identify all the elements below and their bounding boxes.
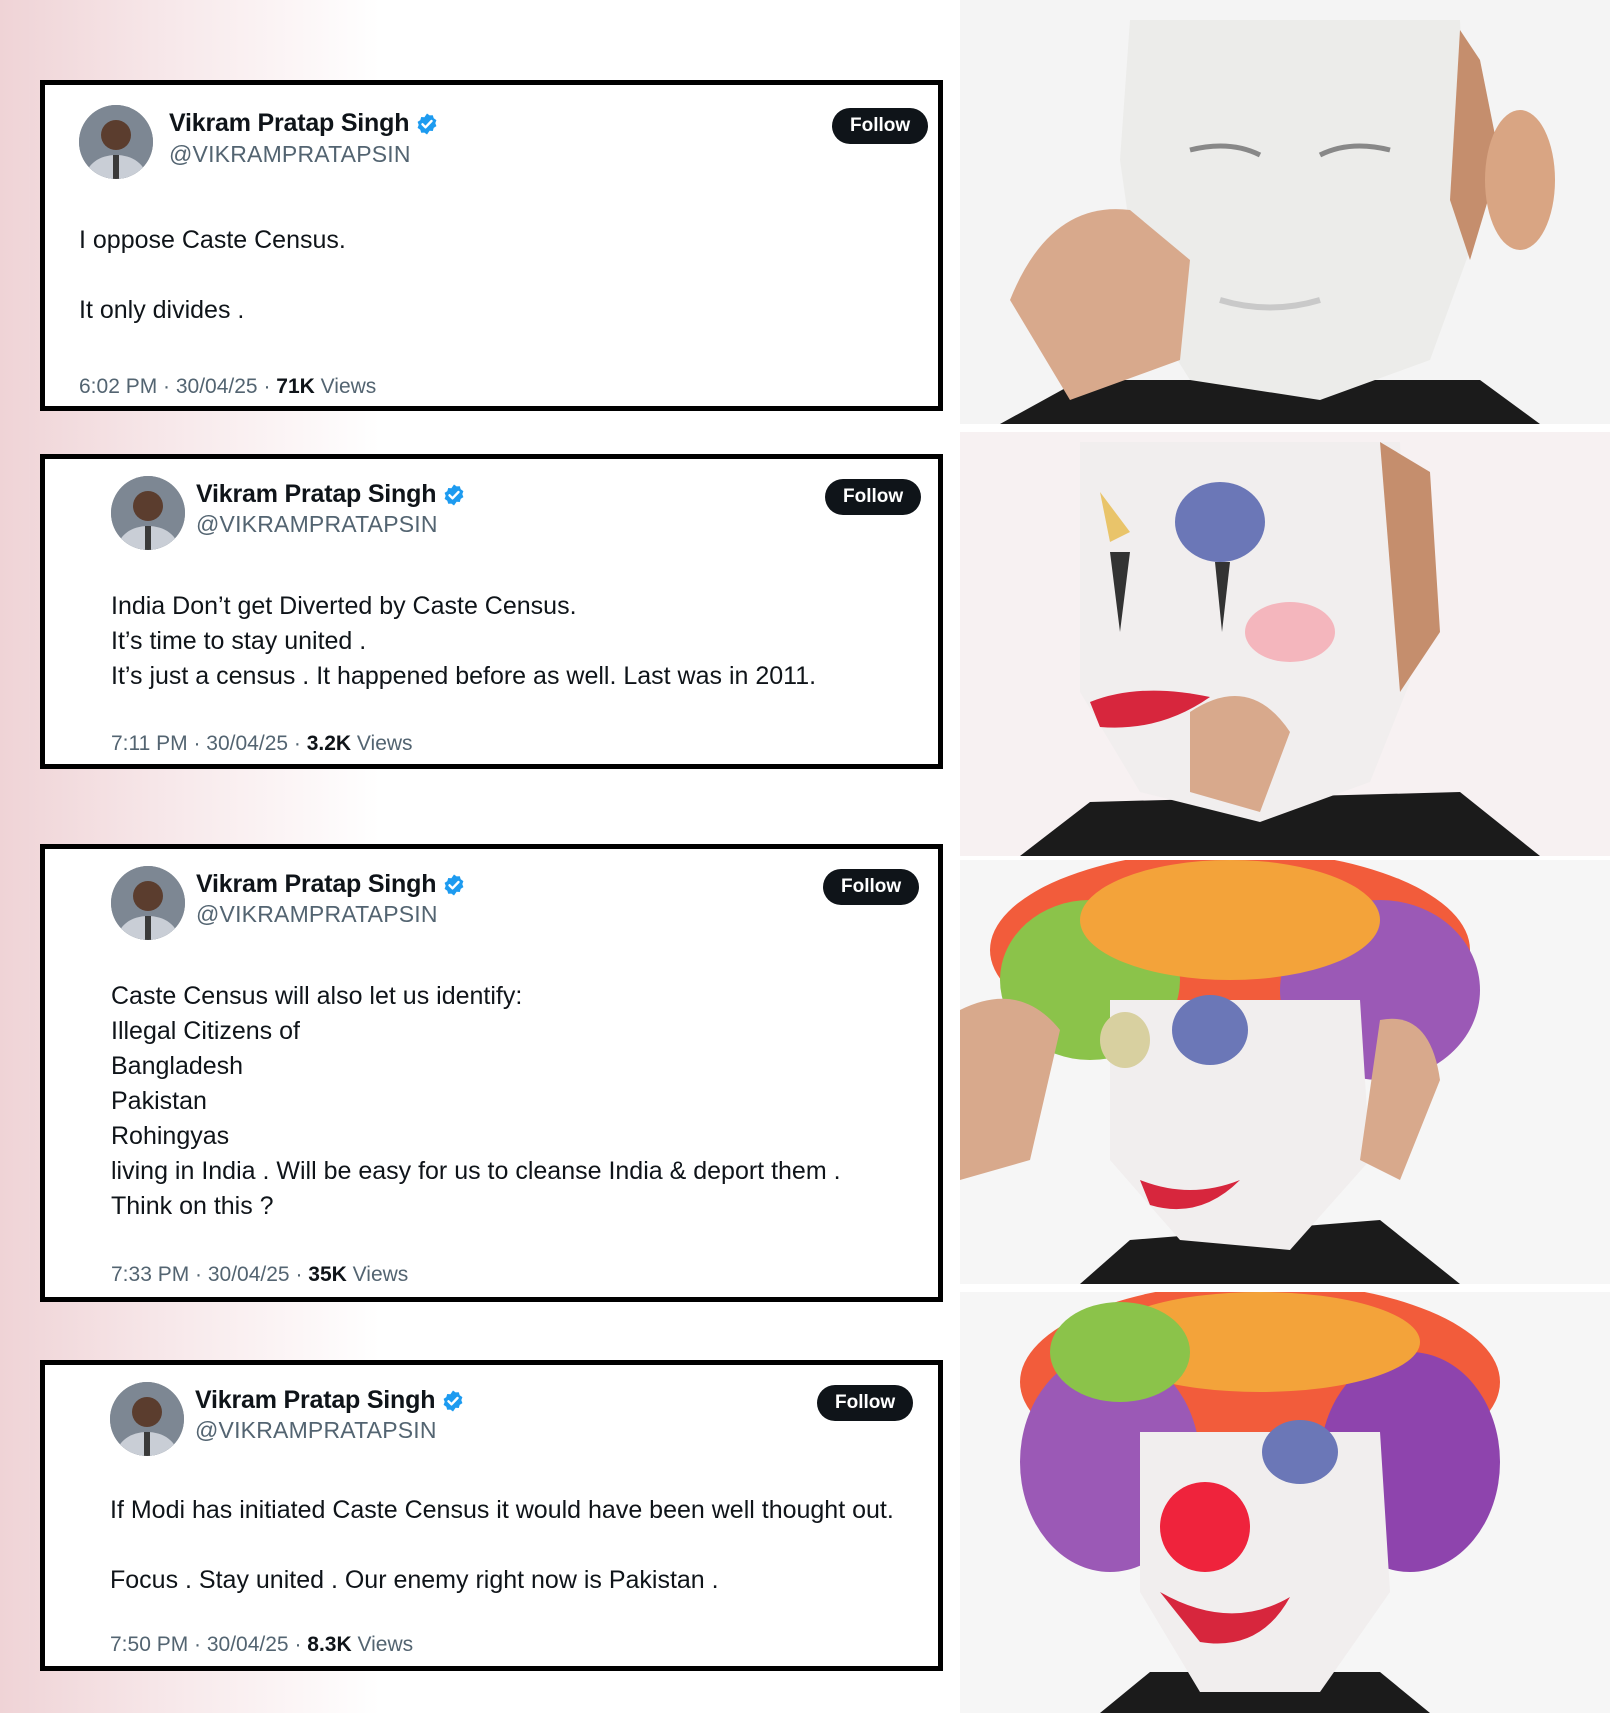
avatar[interactable] [111, 476, 185, 550]
avatar[interactable] [110, 1382, 184, 1456]
views-count: 35K [308, 1263, 347, 1286]
clown-panel-4 [960, 1292, 1610, 1713]
tweet-line: Pakistan [111, 1087, 207, 1115]
views-label: Views [351, 1633, 414, 1656]
tweet-text: I oppose Caste Census. It only divides . [79, 223, 346, 328]
views-count: 3.2K [306, 732, 352, 755]
author-name[interactable]: Vikram Pratap Singh [196, 480, 436, 509]
timestamp[interactable]: 7:50 PM · 30/04/25 · [110, 1633, 307, 1656]
timestamp[interactable]: 7:33 PM · 30/04/25 · [111, 1263, 308, 1286]
tweet-card-4: Vikram Pratap Singh @VIKRAMPRATAPSIN Fol… [40, 1360, 943, 1671]
follow-button[interactable]: Follow [832, 108, 929, 144]
tweet-line: Focus . Stay united . Our enemy right no… [110, 1566, 719, 1594]
views-label: Views [351, 732, 413, 755]
tweet-line: I oppose Caste Census. [79, 226, 346, 254]
verified-badge-icon [441, 1389, 465, 1413]
author-row: Vikram Pratap Singh [195, 1386, 465, 1415]
tweet-line [79, 258, 346, 293]
verified-badge-icon [442, 873, 466, 897]
views-count: 71K [276, 375, 315, 398]
clown-panel-1 [960, 0, 1610, 424]
follow-button[interactable]: Follow [823, 869, 920, 905]
tweet-line: India Don’t get Diverted by Caste Census… [111, 592, 577, 620]
timestamp[interactable]: 6:02 PM · 30/04/25 · [79, 375, 276, 398]
tweet-line: It’s time to stay united . [111, 627, 367, 655]
views-label: Views [346, 1263, 409, 1286]
author-row: Vikram Pratap Singh [196, 480, 466, 509]
tweet-line: It only divides . [79, 296, 245, 324]
tweet-line: Bangladesh [111, 1052, 244, 1080]
clown-panel-2 [960, 432, 1610, 856]
tweet-line: Think on this ? [111, 1192, 274, 1220]
clown-panel-3 [960, 860, 1610, 1284]
verified-badge-icon [442, 483, 466, 507]
author-row: Vikram Pratap Singh [196, 870, 466, 899]
tweet-text: If Modi has initiated Caste Census it wo… [110, 1493, 894, 1598]
tweet-text: India Don’t get Diverted by Caste Census… [111, 589, 816, 694]
author-name[interactable]: Vikram Pratap Singh [195, 1386, 435, 1415]
tweet-card-3: Vikram Pratap Singh @VIKRAMPRATAPSIN Fol… [40, 844, 943, 1302]
tweet-line: living in India . Will be easy for us to… [111, 1157, 841, 1185]
author-handle[interactable]: @VIKRAMPRATAPSIN [169, 141, 411, 168]
tweet-line: It’s just a census . It happened before … [111, 662, 817, 690]
follow-button[interactable]: Follow [825, 479, 922, 515]
tweet-line: Illegal Citizens of [111, 1017, 300, 1045]
author-handle[interactable]: @VIKRAMPRATAPSIN [196, 901, 438, 928]
tweet-line: Rohingyas [111, 1122, 230, 1150]
tweet-card-1: Vikram Pratap Singh @VIKRAMPRATAPSIN Fol… [40, 80, 943, 411]
tweet-line: Caste Census will also let us identify: [111, 982, 523, 1010]
timestamp[interactable]: 7:11 PM · 30/04/25 · [111, 732, 307, 755]
author-row: Vikram Pratap Singh [169, 109, 439, 138]
follow-button[interactable]: Follow [817, 1385, 914, 1421]
avatar[interactable] [111, 866, 185, 940]
author-name[interactable]: Vikram Pratap Singh [169, 109, 409, 138]
tweet-line [110, 1528, 894, 1563]
views-count: 8.3K [307, 1633, 352, 1656]
tweet-meta: 7:33 PM · 30/04/25 · 35K Views [111, 1263, 408, 1287]
tweet-meta: 6:02 PM · 30/04/25 · 71K Views [79, 375, 376, 399]
author-handle[interactable]: @VIKRAMPRATAPSIN [195, 1417, 437, 1444]
tweet-meta: 7:50 PM · 30/04/25 · 8.3K Views [110, 1633, 413, 1657]
avatar[interactable] [79, 105, 153, 179]
tweet-text: Caste Census will also let us identify: … [111, 979, 841, 1224]
verified-badge-icon [415, 112, 439, 136]
author-name[interactable]: Vikram Pratap Singh [196, 870, 436, 899]
tweet-card-2: Vikram Pratap Singh @VIKRAMPRATAPSIN Fol… [40, 454, 943, 769]
views-label: Views [314, 375, 377, 398]
tweet-meta: 7:11 PM · 30/04/25 · 3.2K Views [111, 732, 413, 756]
author-handle[interactable]: @VIKRAMPRATAPSIN [196, 511, 438, 538]
tweet-line: If Modi has initiated Caste Census it wo… [110, 1496, 894, 1524]
